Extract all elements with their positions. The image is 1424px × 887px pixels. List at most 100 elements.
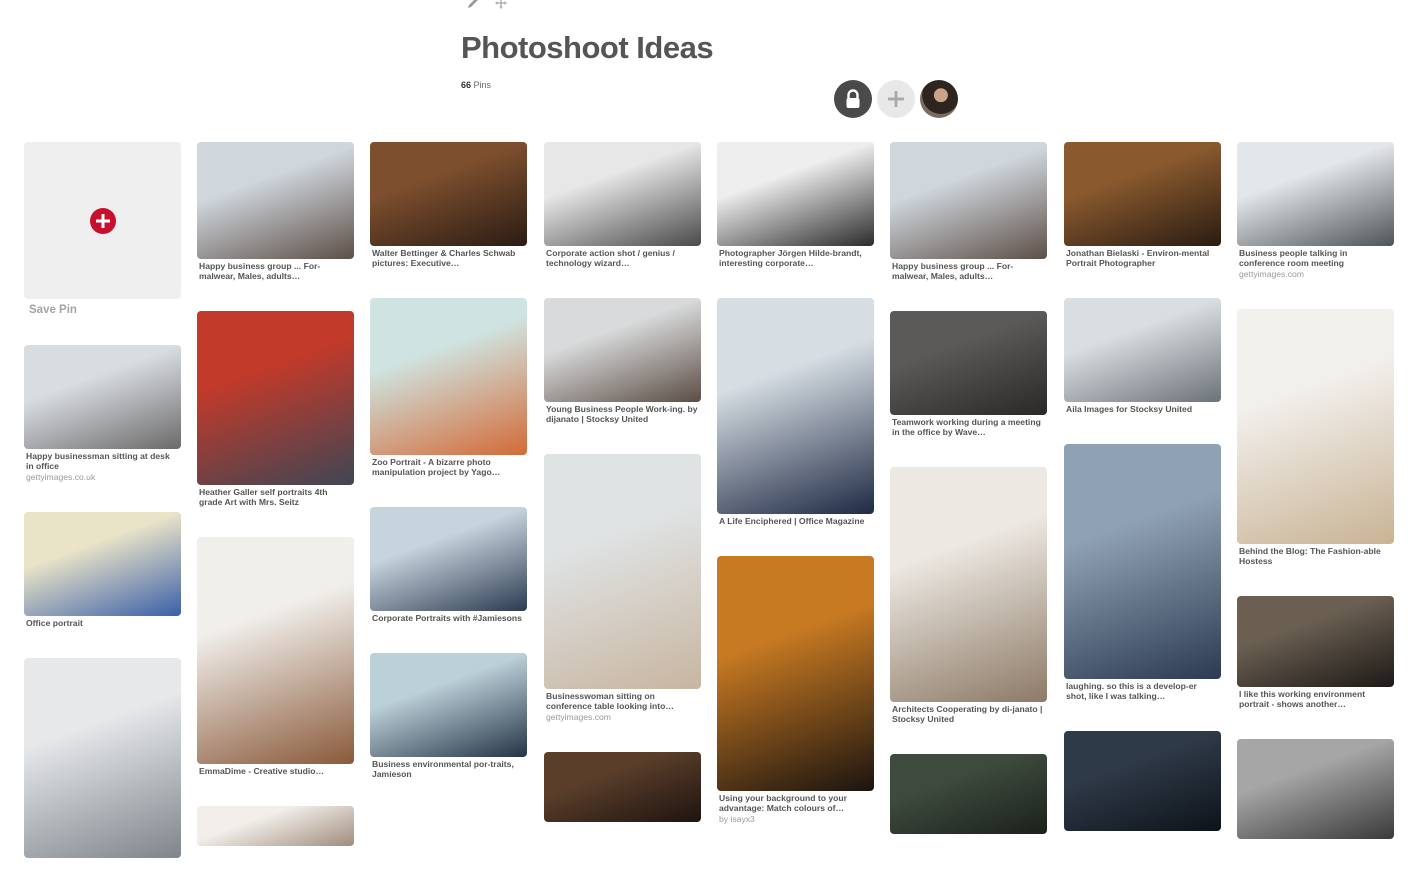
pin-card[interactable]: Aila Images for Stocksy United [1064,298,1221,414]
pin-description[interactable]: Business people talking in conference ro… [1237,248,1394,268]
pin-source[interactable]: gettyimages.com [544,712,701,722]
pin-source[interactable]: gettyimages.co.uk [24,472,181,482]
pin-description[interactable]: Heather Galler self portraits 4th grade … [197,487,354,507]
pin-card[interactable]: Happy business group ... For-malwear, Ma… [197,142,354,281]
pin-image[interactable] [24,512,181,616]
pin-image[interactable] [890,311,1047,415]
save-pin-label: Save Pin [29,304,77,316]
pin-card[interactable]: laughing. so this is a develop-er shot, … [1064,444,1221,701]
pin-card[interactable]: Photographer Jörgen Hilde-brandt, intere… [717,142,874,268]
pin-image[interactable] [24,345,181,449]
pin-image[interactable] [717,142,874,246]
pin-description[interactable]: Happy business group ... For-malwear, Ma… [197,261,354,281]
pin-description[interactable]: Happy business group ... For-malwear, Ma… [890,261,1047,281]
pin-card[interactable]: Walter Bettinger & Charles Schwab pictur… [370,142,527,268]
pin-card[interactable]: Happy business group ... For-malwear, Ma… [890,142,1047,281]
pin-card[interactable] [1237,739,1394,839]
pin-image[interactable] [197,537,354,764]
pin-description[interactable]: Using your background to your advantage:… [717,793,874,813]
pin-image[interactable] [890,142,1047,259]
pin-card[interactable]: I like this working environment portrait… [1237,596,1394,709]
pin-image[interactable] [544,298,701,402]
pin-image[interactable] [197,142,354,259]
pin-card[interactable] [890,754,1047,834]
pin-card[interactable] [1064,731,1221,831]
pin-card[interactable]: Zoo Portrait - A bizarre photo manipulat… [370,298,527,477]
pin-image[interactable] [1237,142,1394,246]
pin-card[interactable]: Corporate action shot / genius / technol… [544,142,701,268]
pin-column: Walter Bettinger & Charles Schwab pictur… [370,142,527,809]
save-pin-tile[interactable]: Save Pin [24,142,181,321]
pin-description[interactable]: Corporate action shot / genius / technol… [544,248,701,268]
pin-description[interactable]: Young Business People Work-ing. by dijan… [544,404,701,424]
pin-image[interactable] [24,658,181,858]
pin-count-number: 66 [461,80,472,90]
pin-image[interactable] [717,298,874,514]
pin-image[interactable] [370,298,527,455]
pin-image[interactable] [717,556,874,791]
pin-card[interactable]: EmmaDime - Creative studio… [197,537,354,776]
pin-description[interactable]: Business environmental por-traits, Jamie… [370,759,527,779]
pin-description[interactable]: Happy businessman sitting at desk in off… [24,451,181,471]
secret-board-button[interactable] [834,80,872,118]
pin-card[interactable]: Heather Galler self portraits 4th grade … [197,311,354,507]
pin-card[interactable] [544,752,701,822]
pin-description[interactable]: Walter Bettinger & Charles Schwab pictur… [370,248,527,268]
pin-image[interactable] [1064,731,1221,831]
pin-description[interactable]: Businesswoman sitting on conference tabl… [544,691,701,711]
pin-image[interactable] [197,311,354,485]
pin-image[interactable] [890,467,1047,702]
pin-source[interactable]: by isayx3 [717,814,874,824]
pin-description[interactable]: I like this working environment portrait… [1237,689,1394,709]
pin-image[interactable] [370,142,527,246]
pin-description[interactable]: Corporate Portraits with #Jamiesons [370,613,527,623]
pin-image[interactable] [1064,142,1221,246]
pin-card[interactable] [24,658,181,858]
pin-description[interactable]: Aila Images for Stocksy United [1064,404,1221,414]
pin-card[interactable]: Young Business People Work-ing. by dijan… [544,298,701,424]
pin-description[interactable]: A Life Enciphered | Office Magazine [717,516,874,526]
pin-image[interactable] [370,653,527,757]
pin-image[interactable] [1237,309,1394,544]
pin-image[interactable] [890,754,1047,834]
pin-image[interactable] [544,752,701,822]
pin-source[interactable]: gettyimages.com [1237,269,1394,279]
pin-card[interactable]: Using your background to your advantage:… [717,556,874,824]
pin-card[interactable]: Business environmental por-traits, Jamie… [370,653,527,779]
pin-image[interactable] [1064,444,1221,679]
pin-description[interactable]: Architects Cooperating by di-janato | St… [890,704,1047,724]
pin-description[interactable]: Zoo Portrait - A bizarre photo manipulat… [370,457,527,477]
pin-image[interactable] [197,806,354,846]
pin-card[interactable]: A Life Enciphered | Office Magazine [717,298,874,526]
pin-description[interactable]: Jonathan Bielaski - Environ-mental Portr… [1064,248,1221,268]
pin-card[interactable]: Happy businessman sitting at desk in off… [24,345,181,482]
pin-card[interactable]: Corporate Portraits with #Jamiesons [370,507,527,623]
pin-card[interactable]: Business people talking in conference ro… [1237,142,1394,279]
pin-card[interactable]: Businesswoman sitting on conference tabl… [544,454,701,722]
pin-column: Save Pin Happy businessman sitting at des… [24,142,181,874]
pin-description[interactable]: Behind the Blog: The Fashion-able Hostes… [1237,546,1394,566]
pin-description[interactable]: Photographer Jörgen Hilde-brandt, intere… [717,248,874,268]
pencil-icon[interactable] [466,0,480,10]
pin-column: Happy business group ... For-malwear, Ma… [890,142,1047,850]
avatar[interactable] [920,80,958,118]
pin-card[interactable] [197,806,354,846]
pin-image[interactable] [1064,298,1221,402]
pin-image[interactable] [544,454,701,689]
pin-description[interactable]: Teamwork working during a meeting in the… [890,417,1047,437]
pin-image[interactable] [1237,596,1394,687]
pin-card[interactable]: Jonathan Bielaski - Environ-mental Portr… [1064,142,1221,268]
pin-card[interactable]: Office portrait [24,512,181,628]
move-icon[interactable] [494,0,508,10]
pin-image[interactable] [1237,739,1394,839]
pin-image[interactable] [370,507,527,611]
pin-description[interactable]: laughing. so this is a develop-er shot, … [1064,681,1221,701]
add-collaborator-button[interactable] [877,80,915,118]
pin-card[interactable]: Architects Cooperating by di-janato | St… [890,467,1047,724]
pin-description[interactable]: EmmaDime - Creative studio… [197,766,354,776]
pin-image[interactable] [544,142,701,246]
save-pin-button[interactable] [24,142,181,299]
pin-description[interactable]: Office portrait [24,618,181,628]
pin-card[interactable]: Behind the Blog: The Fashion-able Hostes… [1237,309,1394,566]
pin-card[interactable]: Teamwork working during a meeting in the… [890,311,1047,437]
